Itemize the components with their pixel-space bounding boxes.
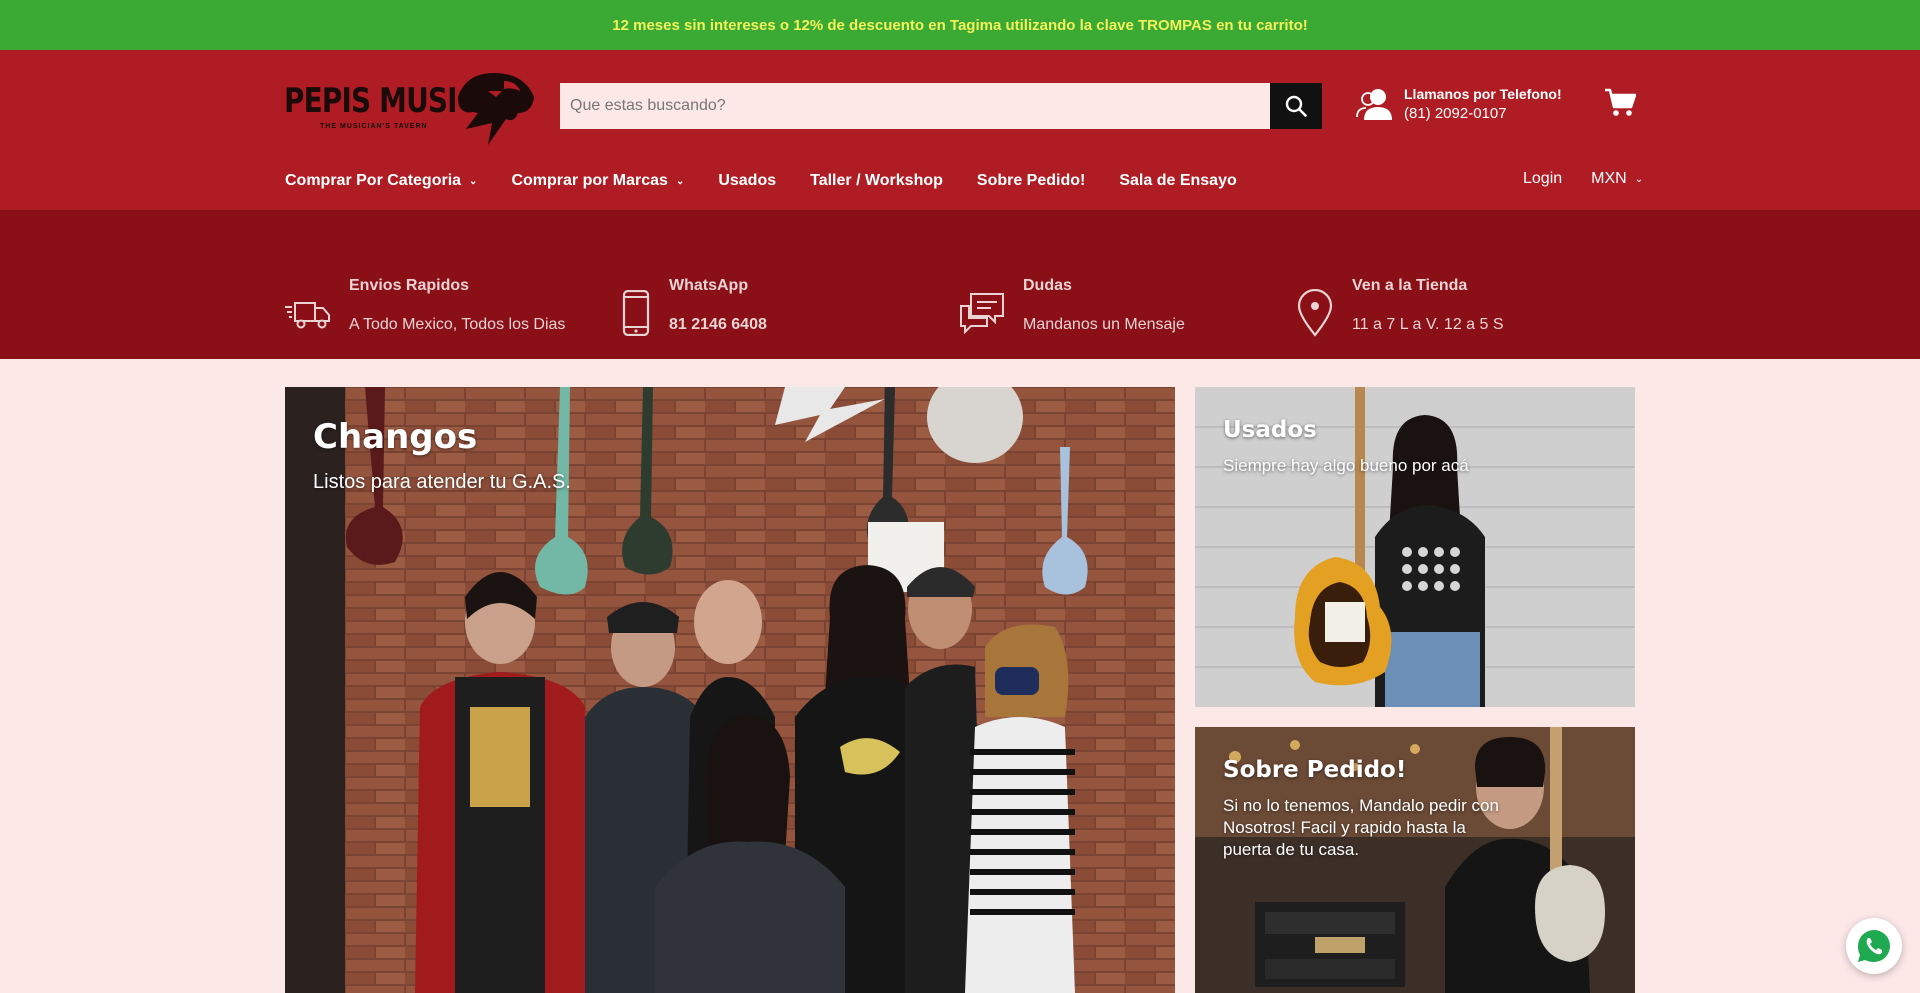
store-logo[interactable]: PEPIS MUSIC THE MUSICIAN'S TAVERN bbox=[284, 67, 536, 145]
feature-subtitle: A Todo Mexico, Todos los Dias bbox=[349, 316, 566, 333]
gorilla-logo-icon bbox=[458, 73, 534, 145]
phone-number[interactable]: (81) 2092-0107 bbox=[1404, 105, 1562, 122]
login-link[interactable]: Login bbox=[1523, 170, 1562, 188]
nav-item-sobre-pedido[interactable]: Sobre Pedido! bbox=[977, 172, 1085, 190]
currency-label: MXN bbox=[1591, 170, 1627, 187]
feature-subtitle: 81 2146 6408 bbox=[669, 316, 767, 333]
features-strip: Envios Rapidos A Todo Mexico, Todos los … bbox=[0, 210, 1920, 359]
delivery-truck-icon bbox=[285, 302, 330, 329]
hero-subtitle: Si no lo tenemos, Mandalo pedir con Noso… bbox=[1223, 796, 1499, 860]
main-nav: Comprar Por Categoria ⌄ Comprar por Marca… bbox=[285, 170, 1271, 192]
feature-subtitle: Mandanos un Mensaje bbox=[1023, 316, 1185, 333]
phone-contact[interactable]: Llamanos por Telefono! (81) 2092-0107 bbox=[1356, 86, 1562, 122]
chevron-down-icon: ⌄ bbox=[469, 175, 478, 187]
cart-icon bbox=[1605, 88, 1637, 116]
account-nav: Login MXN ⌄ bbox=[1523, 170, 1643, 188]
nav-item-marcas[interactable]: Comprar por Marcas ⌄ bbox=[511, 172, 684, 190]
nav-item-categoria[interactable]: Comprar Por Categoria ⌄ bbox=[285, 172, 477, 190]
currency-selector[interactable]: MXN ⌄ bbox=[1591, 170, 1643, 188]
feature-title: Envios Rapidos bbox=[349, 277, 470, 294]
chat-icon bbox=[960, 293, 1004, 334]
nav-item-label: Taller / Workshop bbox=[810, 172, 943, 189]
hero-usados[interactable]: Usados Siempre hay algo bueno por acá bbox=[1195, 387, 1635, 707]
nav-item-usados[interactable]: Usados bbox=[718, 172, 776, 190]
user-icon bbox=[1356, 89, 1392, 120]
promo-bar: 12 meses sin intereses o 12% de descuent… bbox=[0, 0, 1920, 50]
whatsapp-chat-button[interactable] bbox=[1846, 918, 1902, 974]
promo-text: 12 meses sin intereses o 12% de descuent… bbox=[612, 16, 1308, 34]
nav-item-label: Comprar Por Categoria bbox=[285, 172, 462, 189]
hero-subtitle: Siempre hay algo bueno por acá bbox=[1223, 456, 1469, 475]
cart-button[interactable] bbox=[1604, 86, 1637, 123]
hero-changos[interactable]: Changos Listos para atender tu G.A.S. bbox=[285, 387, 1175, 993]
hero-title: Sobre Pedido! bbox=[1223, 757, 1407, 783]
search-input[interactable] bbox=[560, 83, 1270, 129]
search-bar bbox=[560, 83, 1322, 129]
site-header: PEPIS MUSIC THE MUSICIAN'S TAVERN Llaman… bbox=[0, 50, 1920, 210]
hero-title: Usados bbox=[1223, 417, 1317, 443]
nav-item-sala-ensayo[interactable]: Sala de Ensayo bbox=[1119, 172, 1236, 190]
feature-title: WhatsApp bbox=[669, 277, 749, 294]
chevron-down-icon: ⌄ bbox=[675, 175, 685, 187]
hero-title: Changos bbox=[313, 417, 478, 457]
nav-item-taller[interactable]: Taller / Workshop bbox=[810, 172, 943, 190]
feature-subtitle: 11 a 7 L a V. 12 a 5 S bbox=[1352, 316, 1504, 333]
whatsapp-icon bbox=[1858, 930, 1890, 962]
feature-title: Dudas bbox=[1023, 277, 1072, 294]
nav-item-label: Comprar por Marcas bbox=[511, 172, 668, 189]
chevron-down-icon: ⌄ bbox=[1634, 173, 1644, 185]
location-pin-icon bbox=[1297, 289, 1333, 337]
nav-item-label: Sobre Pedido! bbox=[976, 172, 1086, 189]
search-button[interactable] bbox=[1270, 83, 1322, 129]
search-icon bbox=[1285, 95, 1307, 117]
nav-item-label: Usados bbox=[718, 172, 777, 189]
hero-subtitle: Listos para atender tu G.A.S. bbox=[313, 471, 571, 493]
nav-item-label: Sala de Ensayo bbox=[1119, 172, 1237, 189]
hero-sobre-pedido[interactable]: Sobre Pedido! Si no lo tenemos, Mandalo … bbox=[1195, 727, 1635, 993]
phone-title: Llamanos por Telefono! bbox=[1404, 86, 1562, 102]
logo-tagline: THE MUSICIAN'S TAVERN bbox=[320, 123, 428, 130]
phone-icon bbox=[622, 290, 650, 336]
feature-title: Ven a la Tienda bbox=[1352, 277, 1468, 294]
